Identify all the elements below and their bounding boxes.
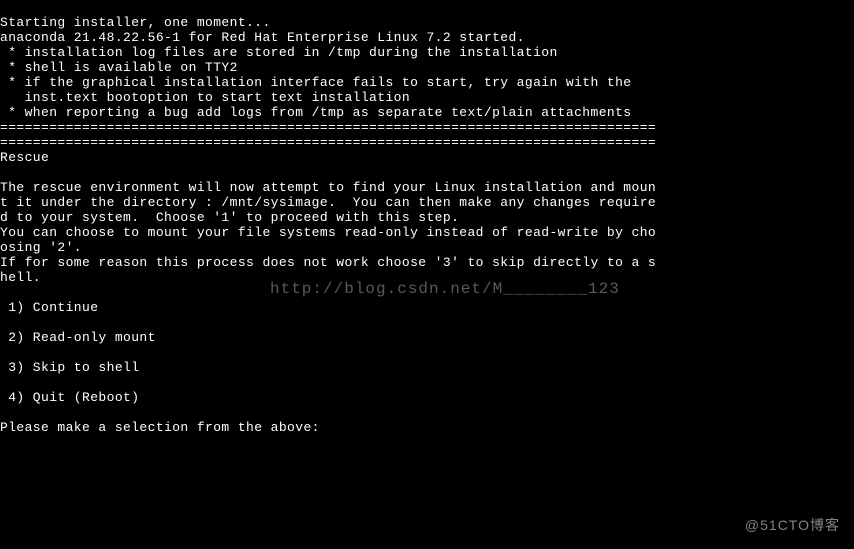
info-shell-tty2: * shell is available on TTY2 <box>0 60 238 75</box>
terminal-output: Starting installer, one moment... anacon… <box>0 0 854 435</box>
watermark-blog-url: http://blog.csdn.net/M________123 <box>270 282 620 297</box>
rescue-title: Rescue <box>0 150 49 165</box>
installer-start-line: Starting installer, one moment... <box>0 15 271 30</box>
watermark-corner-credit: @51CTO博客 <box>745 518 840 533</box>
rescue-skip-2: hell. <box>0 270 41 285</box>
menu-option-readonly[interactable]: 2) Read-only mount <box>0 330 156 345</box>
selection-prompt[interactable]: Please make a selection from the above: <box>0 420 328 435</box>
info-log-files: * installation log files are stored in /… <box>0 45 558 60</box>
info-graphical-fail-2: inst.text bootoption to start text insta… <box>0 90 410 105</box>
rescue-desc-3: d to your system. Choose '1' to proceed … <box>0 210 459 225</box>
rescue-desc-1: The rescue environment will now attempt … <box>0 180 656 195</box>
info-bug-report: * when reporting a bug add logs from /tm… <box>0 105 632 120</box>
menu-option-continue[interactable]: 1) Continue <box>0 300 98 315</box>
rescue-readonly-2: osing '2'. <box>0 240 82 255</box>
menu-option-skip-shell[interactable]: 3) Skip to shell <box>0 360 139 375</box>
rescue-skip-1: If for some reason this process does not… <box>0 255 656 270</box>
separator-top: ========================================… <box>0 120 656 135</box>
rescue-desc-2: t it under the directory : /mnt/sysimage… <box>0 195 656 210</box>
separator-bottom: ========================================… <box>0 135 656 150</box>
rescue-readonly-1: You can choose to mount your file system… <box>0 225 656 240</box>
menu-option-quit[interactable]: 4) Quit (Reboot) <box>0 390 139 405</box>
anaconda-version-line: anaconda 21.48.22.56-1 for Red Hat Enter… <box>0 30 525 45</box>
info-graphical-fail-1: * if the graphical installation interfac… <box>0 75 632 90</box>
